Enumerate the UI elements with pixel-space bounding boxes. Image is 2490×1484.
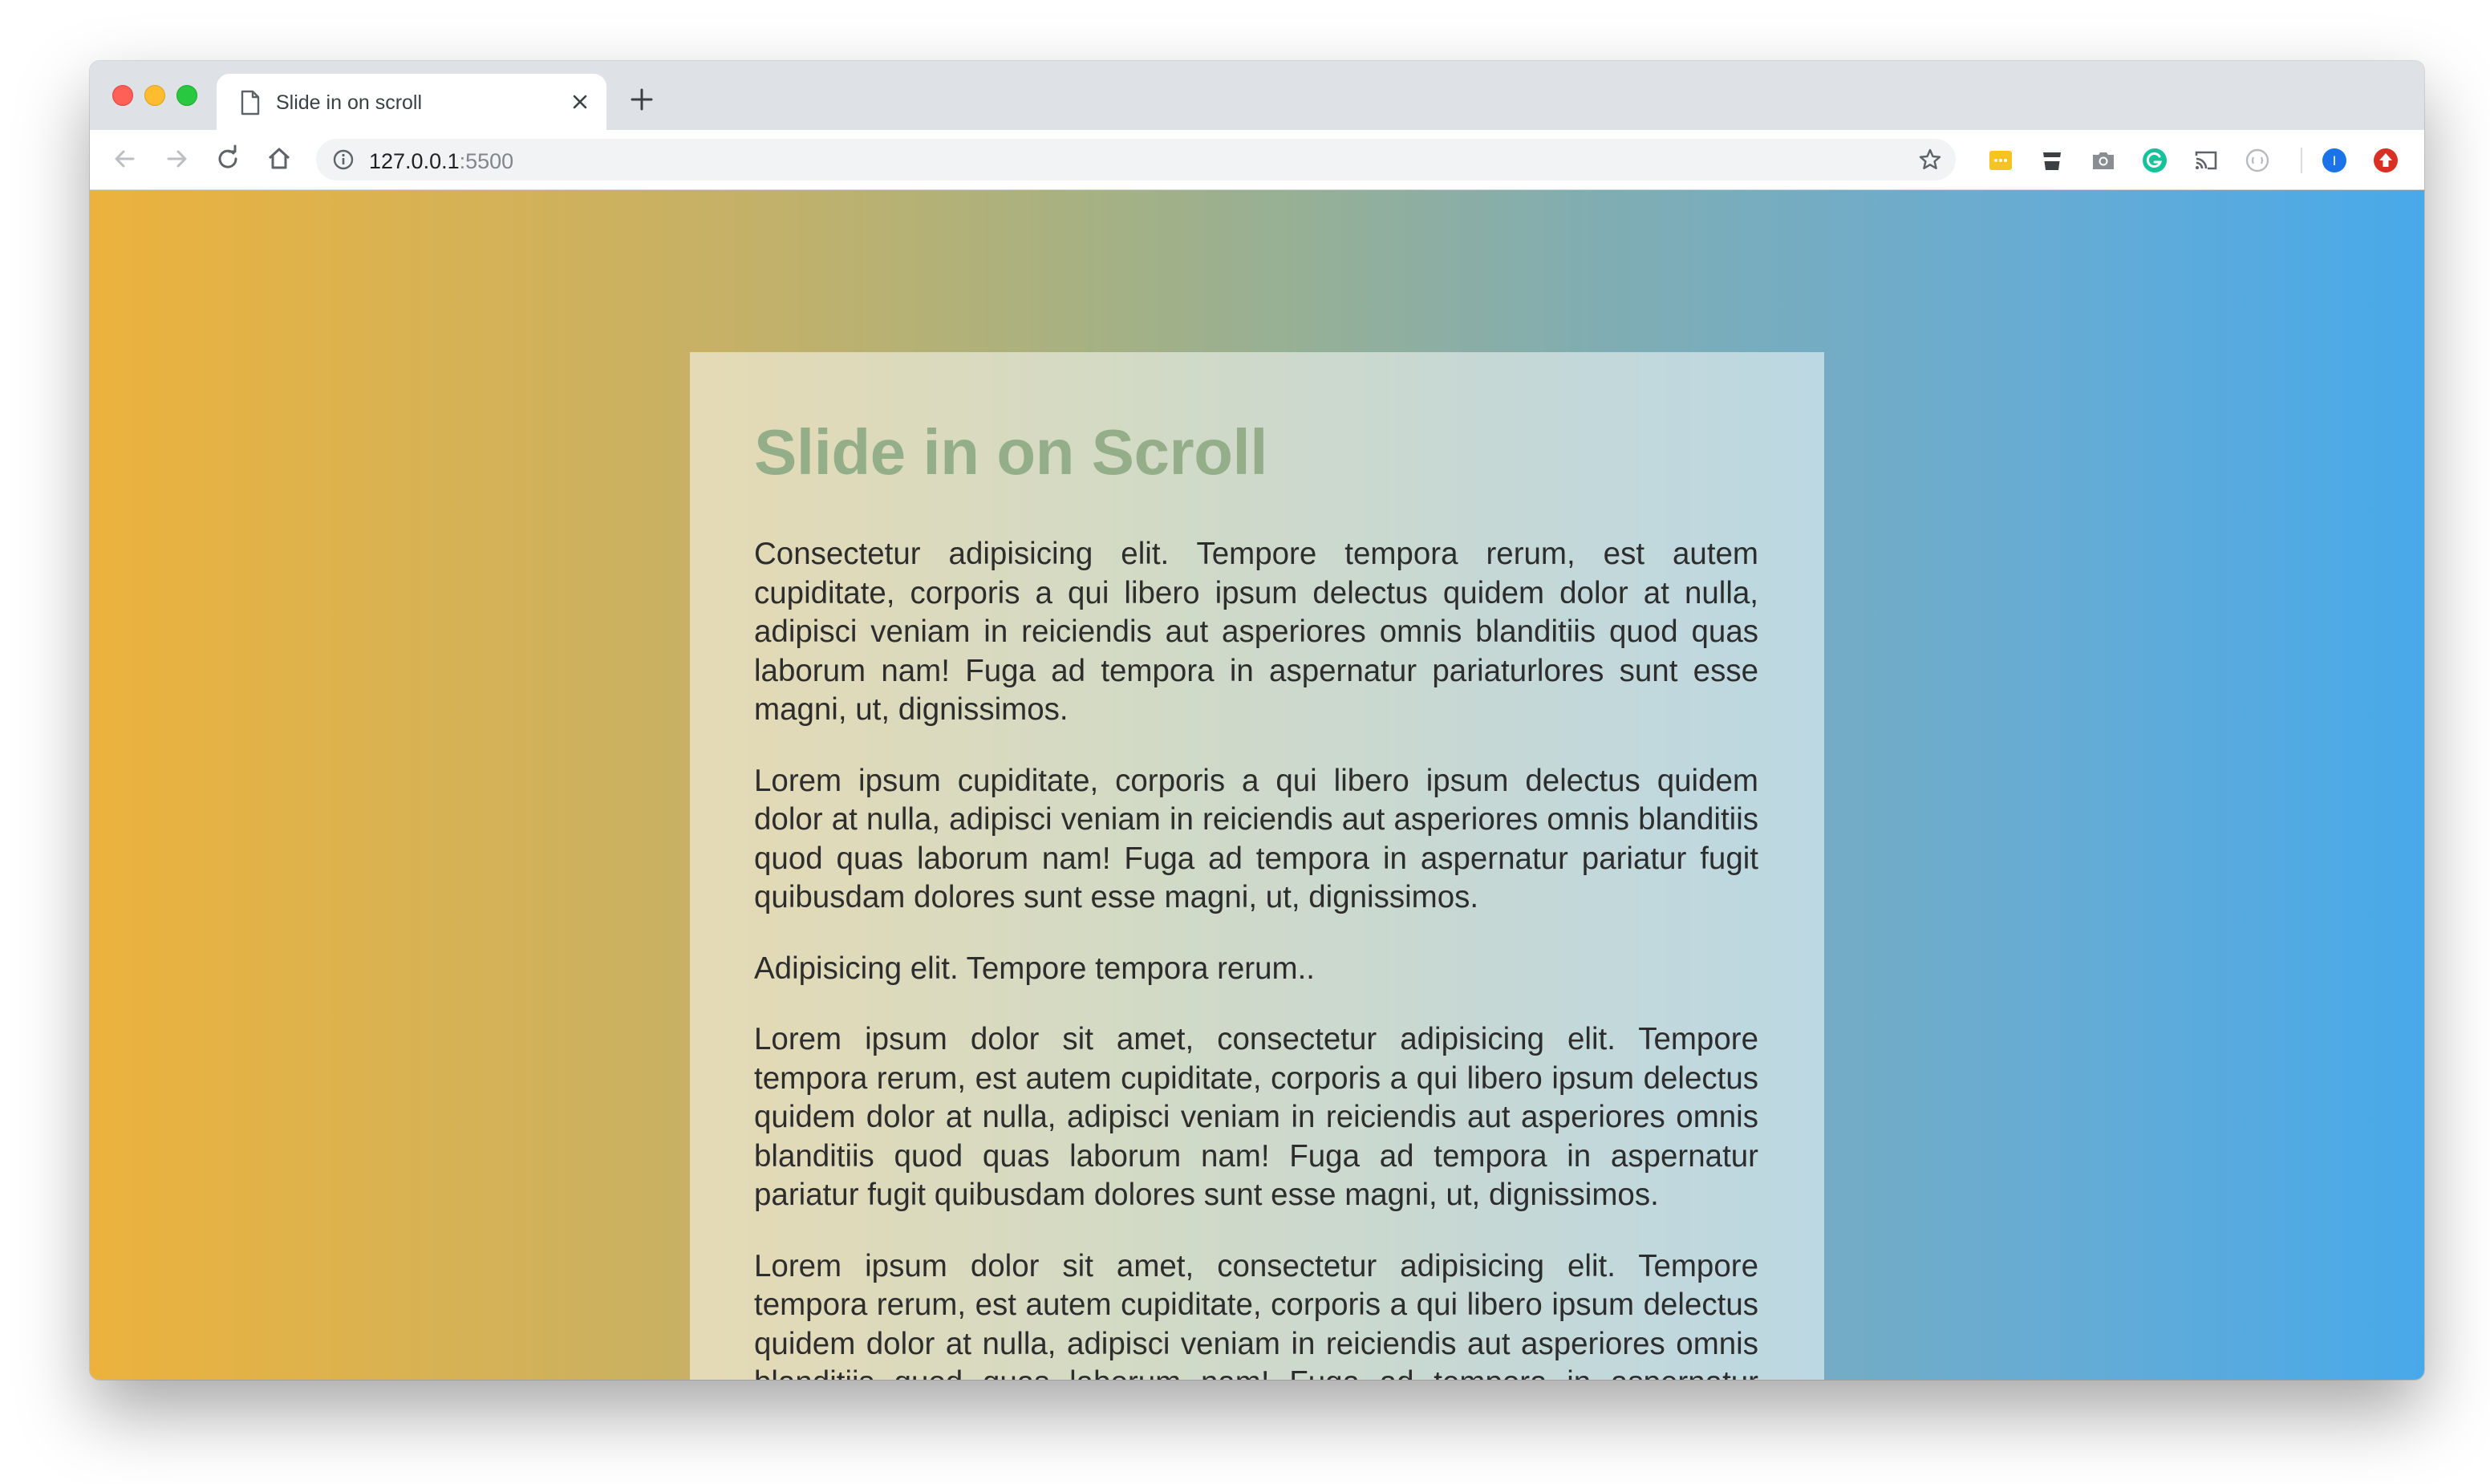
home-icon[interactable] [263, 143, 295, 175]
profile-initial: I [2333, 153, 2337, 168]
globe-extension-icon[interactable] [2245, 148, 2270, 173]
cup-extension-icon[interactable] [2039, 148, 2065, 173]
paragraph: Lorem ipsum cupiditate, corporis a qui l… [754, 763, 1758, 915]
forward-arrow-icon[interactable] [160, 143, 193, 175]
paragraph: Lorem ipsum dolor sit amet, consectetur … [754, 1022, 1758, 1212]
tab-title: Slide in on scroll [276, 91, 423, 114]
page-heading: Slide in on Scroll [754, 416, 1267, 488]
reload-icon[interactable] [212, 143, 244, 175]
browser-toolbar: 127.0.0.1:5500 I [90, 130, 2424, 190]
toolbar-divider [2301, 148, 2302, 173]
paragraph: Lorem ipsum dolor sit amet, consectetur … [754, 1248, 1758, 1381]
bookmark-star-icon[interactable] [1917, 147, 1943, 172]
content-card: Slide in on Scroll Consectetur adipisici… [690, 352, 1824, 1380]
document-icon [241, 90, 260, 116]
url-port: :5500 [459, 149, 514, 173]
new-tab-button[interactable] [627, 85, 656, 114]
page-viewport: Slide in on Scroll Consectetur adipisici… [90, 190, 2424, 1380]
minimize-window-button[interactable] [144, 85, 165, 106]
address-bar[interactable]: 127.0.0.1:5500 [316, 139, 1956, 180]
info-icon[interactable] [332, 148, 355, 171]
profile-avatar-icon[interactable]: I [2322, 148, 2347, 173]
update-icon[interactable] [2373, 148, 2399, 173]
camera-icon[interactable] [2091, 148, 2116, 173]
url-host: 127.0.0.1 [369, 149, 460, 173]
paragraph: Consectetur adipisicing elit. Tempore te… [754, 537, 1758, 727]
paragraph: Adipisicing elit. Tempore tempora rerum.… [754, 951, 1315, 986]
maximize-window-button[interactable] [176, 85, 197, 106]
grammarly-icon[interactable] [2142, 148, 2168, 173]
back-arrow-icon[interactable] [109, 143, 141, 175]
yellow-extension-icon[interactable] [1988, 148, 2013, 173]
close-window-button[interactable] [112, 85, 133, 106]
url-text[interactable]: 127.0.0.1:5500 [369, 149, 513, 174]
cast-icon[interactable] [2193, 148, 2219, 173]
tab-strip: Slide in on scroll [90, 61, 2424, 130]
tab-active[interactable]: Slide in on scroll [217, 74, 606, 130]
browser-window: Slide in on scroll 127.0.0.1:5500 I Slid… [90, 61, 2424, 1380]
close-tab-icon[interactable] [568, 90, 592, 114]
